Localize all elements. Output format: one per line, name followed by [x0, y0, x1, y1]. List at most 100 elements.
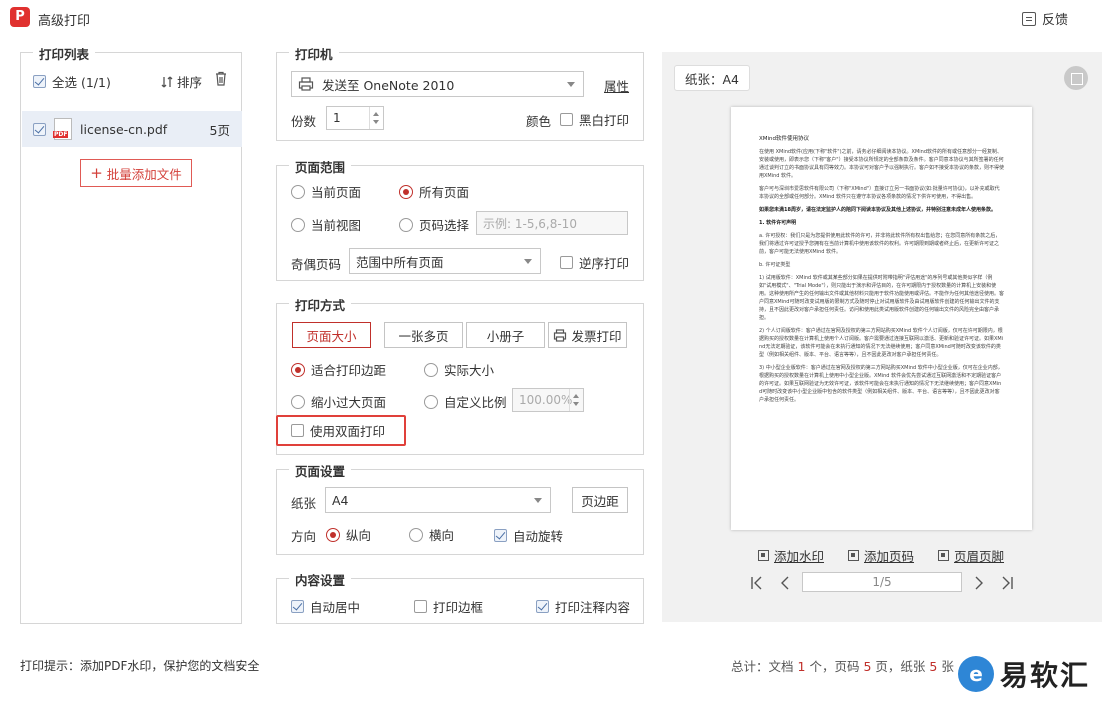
prev-page-button[interactable] [776, 574, 794, 592]
stepper-arrows-icon[interactable] [569, 389, 583, 411]
page-indicator-input[interactable]: 1/5 [802, 572, 962, 592]
odd-even-value: 范围中所有页面 [356, 254, 444, 270]
page-range-legend: 页面范围 [289, 157, 352, 176]
print-border-label: 打印边框 [433, 600, 484, 615]
chevron-down-icon [524, 259, 532, 264]
doc-paragraph: 2) 个人订阅版软件：客户通过在官网及授权的第三方网站购买XMind 软件个人订… [759, 328, 1004, 358]
print-mode-legend: 打印方式 [289, 295, 352, 314]
current-page-radio[interactable]: 当前页面 [291, 182, 361, 201]
shrink-large-radio-icon [291, 394, 305, 409]
current-view-label: 当前视图 [311, 218, 362, 233]
doc-count: 1 [797, 659, 806, 674]
reverse-print-checkbox[interactable]: 逆序打印 [560, 253, 629, 272]
stepper-arrows-icon[interactable] [369, 107, 383, 129]
auto-center-checkbox[interactable]: 自动居中 [291, 597, 360, 616]
select-all-check-icon [33, 75, 46, 88]
page-select-input[interactable]: 示例: 1-5,6,8-10 [476, 211, 628, 235]
sort-icon [161, 76, 173, 87]
orientation-label: 方向 [291, 529, 317, 544]
printer-select[interactable]: 发送至 OneNote 2010 [291, 71, 584, 97]
mode-booklet-button[interactable]: 小册子 [466, 322, 545, 348]
file-name: license-cn.pdf [80, 121, 168, 137]
watermark-text: 易软汇 [1000, 659, 1091, 692]
odd-even-select[interactable]: 范围中所有页面 [349, 248, 541, 274]
printer-select-value: 发送至 OneNote 2010 [322, 77, 455, 93]
auto-center-check-icon [291, 600, 304, 613]
bw-print-checkbox[interactable]: 黑白打印 [560, 110, 629, 129]
auto-center-label: 自动居中 [310, 600, 361, 615]
scale-stepper[interactable]: 100.00% [512, 388, 584, 412]
shrink-large-radio[interactable]: 缩小过大页面 [291, 392, 386, 411]
copies-label: 份数 [291, 114, 317, 129]
fit-margin-label: 适合打印边距 [311, 363, 387, 378]
portrait-radio[interactable]: 纵向 [326, 525, 371, 544]
odd-even-label: 奇偶页码 [291, 257, 342, 272]
watermark-logo: e [958, 656, 994, 692]
page-count: 5 [863, 659, 872, 674]
current-view-radio[interactable]: 当前视图 [291, 215, 361, 234]
mode-multi-page-button[interactable]: 一张多页 [384, 322, 463, 348]
all-pages-radio-icon [399, 184, 413, 199]
feedback-button[interactable]: 反馈 [1022, 9, 1068, 28]
custom-scale-radio[interactable]: 自定义比例 [424, 392, 507, 411]
doc-paragraph: a. 许可授权：我们只是为您提供使用此软件的许可，并非将此软件所有权出售给您；在… [759, 233, 1001, 255]
doc-paragraph: 在使用 XMind软件(应用(下称"软件")之前，请务必仔细阅读本协议。XMin… [759, 149, 1005, 179]
chevron-left-icon [781, 576, 789, 590]
copies-stepper[interactable]: 1 [326, 106, 384, 130]
doc-paragraph: 如果您未满18周岁，请在法定监护人的陪同下阅读本协议及其他上述协议，并特别注意未… [759, 207, 996, 213]
print-annotations-checkbox[interactable]: 打印注释内容 [536, 597, 630, 616]
doc-paragraph: b. 许可证类型 [759, 262, 791, 268]
file-list-item[interactable]: license-cn.pdf 5页 [22, 111, 242, 147]
chevron-down-icon [567, 82, 575, 87]
select-all-checkbox[interactable]: 全选 (1/1) [33, 72, 111, 91]
last-page-button[interactable] [998, 574, 1016, 592]
custom-scale-radio-icon [424, 394, 438, 409]
all-pages-radio[interactable]: 所有页面 [399, 182, 469, 201]
landscape-radio[interactable]: 横向 [409, 525, 454, 544]
file-checkbox[interactable] [33, 122, 46, 136]
fullscreen-icon[interactable] [1064, 66, 1088, 90]
first-page-button[interactable] [748, 574, 766, 592]
scale-value: 100.00% [519, 393, 573, 407]
mode-invoice-button[interactable]: 发票打印 [548, 322, 627, 348]
feedback-icon [1022, 11, 1036, 26]
window-title: 高级打印 [38, 14, 91, 29]
sort-button[interactable]: 排序 [160, 72, 202, 91]
page-number-icon [848, 550, 859, 561]
printer-properties-link[interactable]: 属性 [604, 76, 629, 95]
site-watermark: e 易软汇 [958, 644, 1120, 704]
delete-button[interactable] [214, 71, 228, 86]
portrait-label: 纵向 [346, 528, 372, 543]
copies-value: 1 [333, 111, 341, 125]
mode-invoice-label: 发票打印 [571, 328, 622, 344]
header-footer-link[interactable]: 页眉页脚 [938, 546, 1004, 565]
add-watermark-label: 添加水印 [774, 549, 825, 564]
page-select-radio[interactable]: 页码选择 [399, 215, 469, 234]
auto-rotate-label: 自动旋转 [513, 529, 564, 544]
add-watermark-link[interactable]: 添加水印 [758, 546, 824, 565]
mode-page-size-button[interactable]: 页面大小 [292, 322, 371, 348]
print-border-check-icon [414, 600, 427, 613]
margin-button[interactable]: 页边距 [572, 487, 628, 513]
bw-check-icon [560, 113, 573, 126]
title-bar: P 高级打印 反馈 [0, 0, 1120, 36]
chevron-right-icon [975, 576, 983, 590]
select-all-label: 全选 (1/1) [52, 75, 111, 90]
next-page-button[interactable] [970, 574, 988, 592]
preview-page: XMind软件使用协议 在使用 XMind软件(应用(下称"软件")之前，请务必… [731, 107, 1032, 530]
feedback-label: 反馈 [1042, 13, 1069, 28]
add-files-button[interactable]: + 批量添加文件 [80, 159, 192, 187]
current-page-radio-icon [291, 184, 305, 199]
print-border-checkbox[interactable]: 打印边框 [414, 597, 483, 616]
fit-margin-radio[interactable]: 适合打印边距 [291, 360, 386, 379]
print-hint: 打印提示：添加PDF水印，保护您的文档安全 [20, 659, 260, 673]
page-select-label: 页码选择 [419, 218, 470, 233]
color-label: 颜色 [526, 114, 552, 129]
page-select-radio-icon [399, 217, 413, 232]
auto-rotate-checkbox[interactable]: 自动旋转 [494, 526, 563, 545]
add-page-number-link[interactable]: 添加页码 [848, 546, 914, 565]
paper-select[interactable]: A4 [325, 487, 551, 513]
plus-icon: + [90, 163, 103, 182]
page-setup-legend: 页面设置 [289, 461, 352, 480]
actual-size-radio[interactable]: 实际大小 [424, 360, 494, 379]
